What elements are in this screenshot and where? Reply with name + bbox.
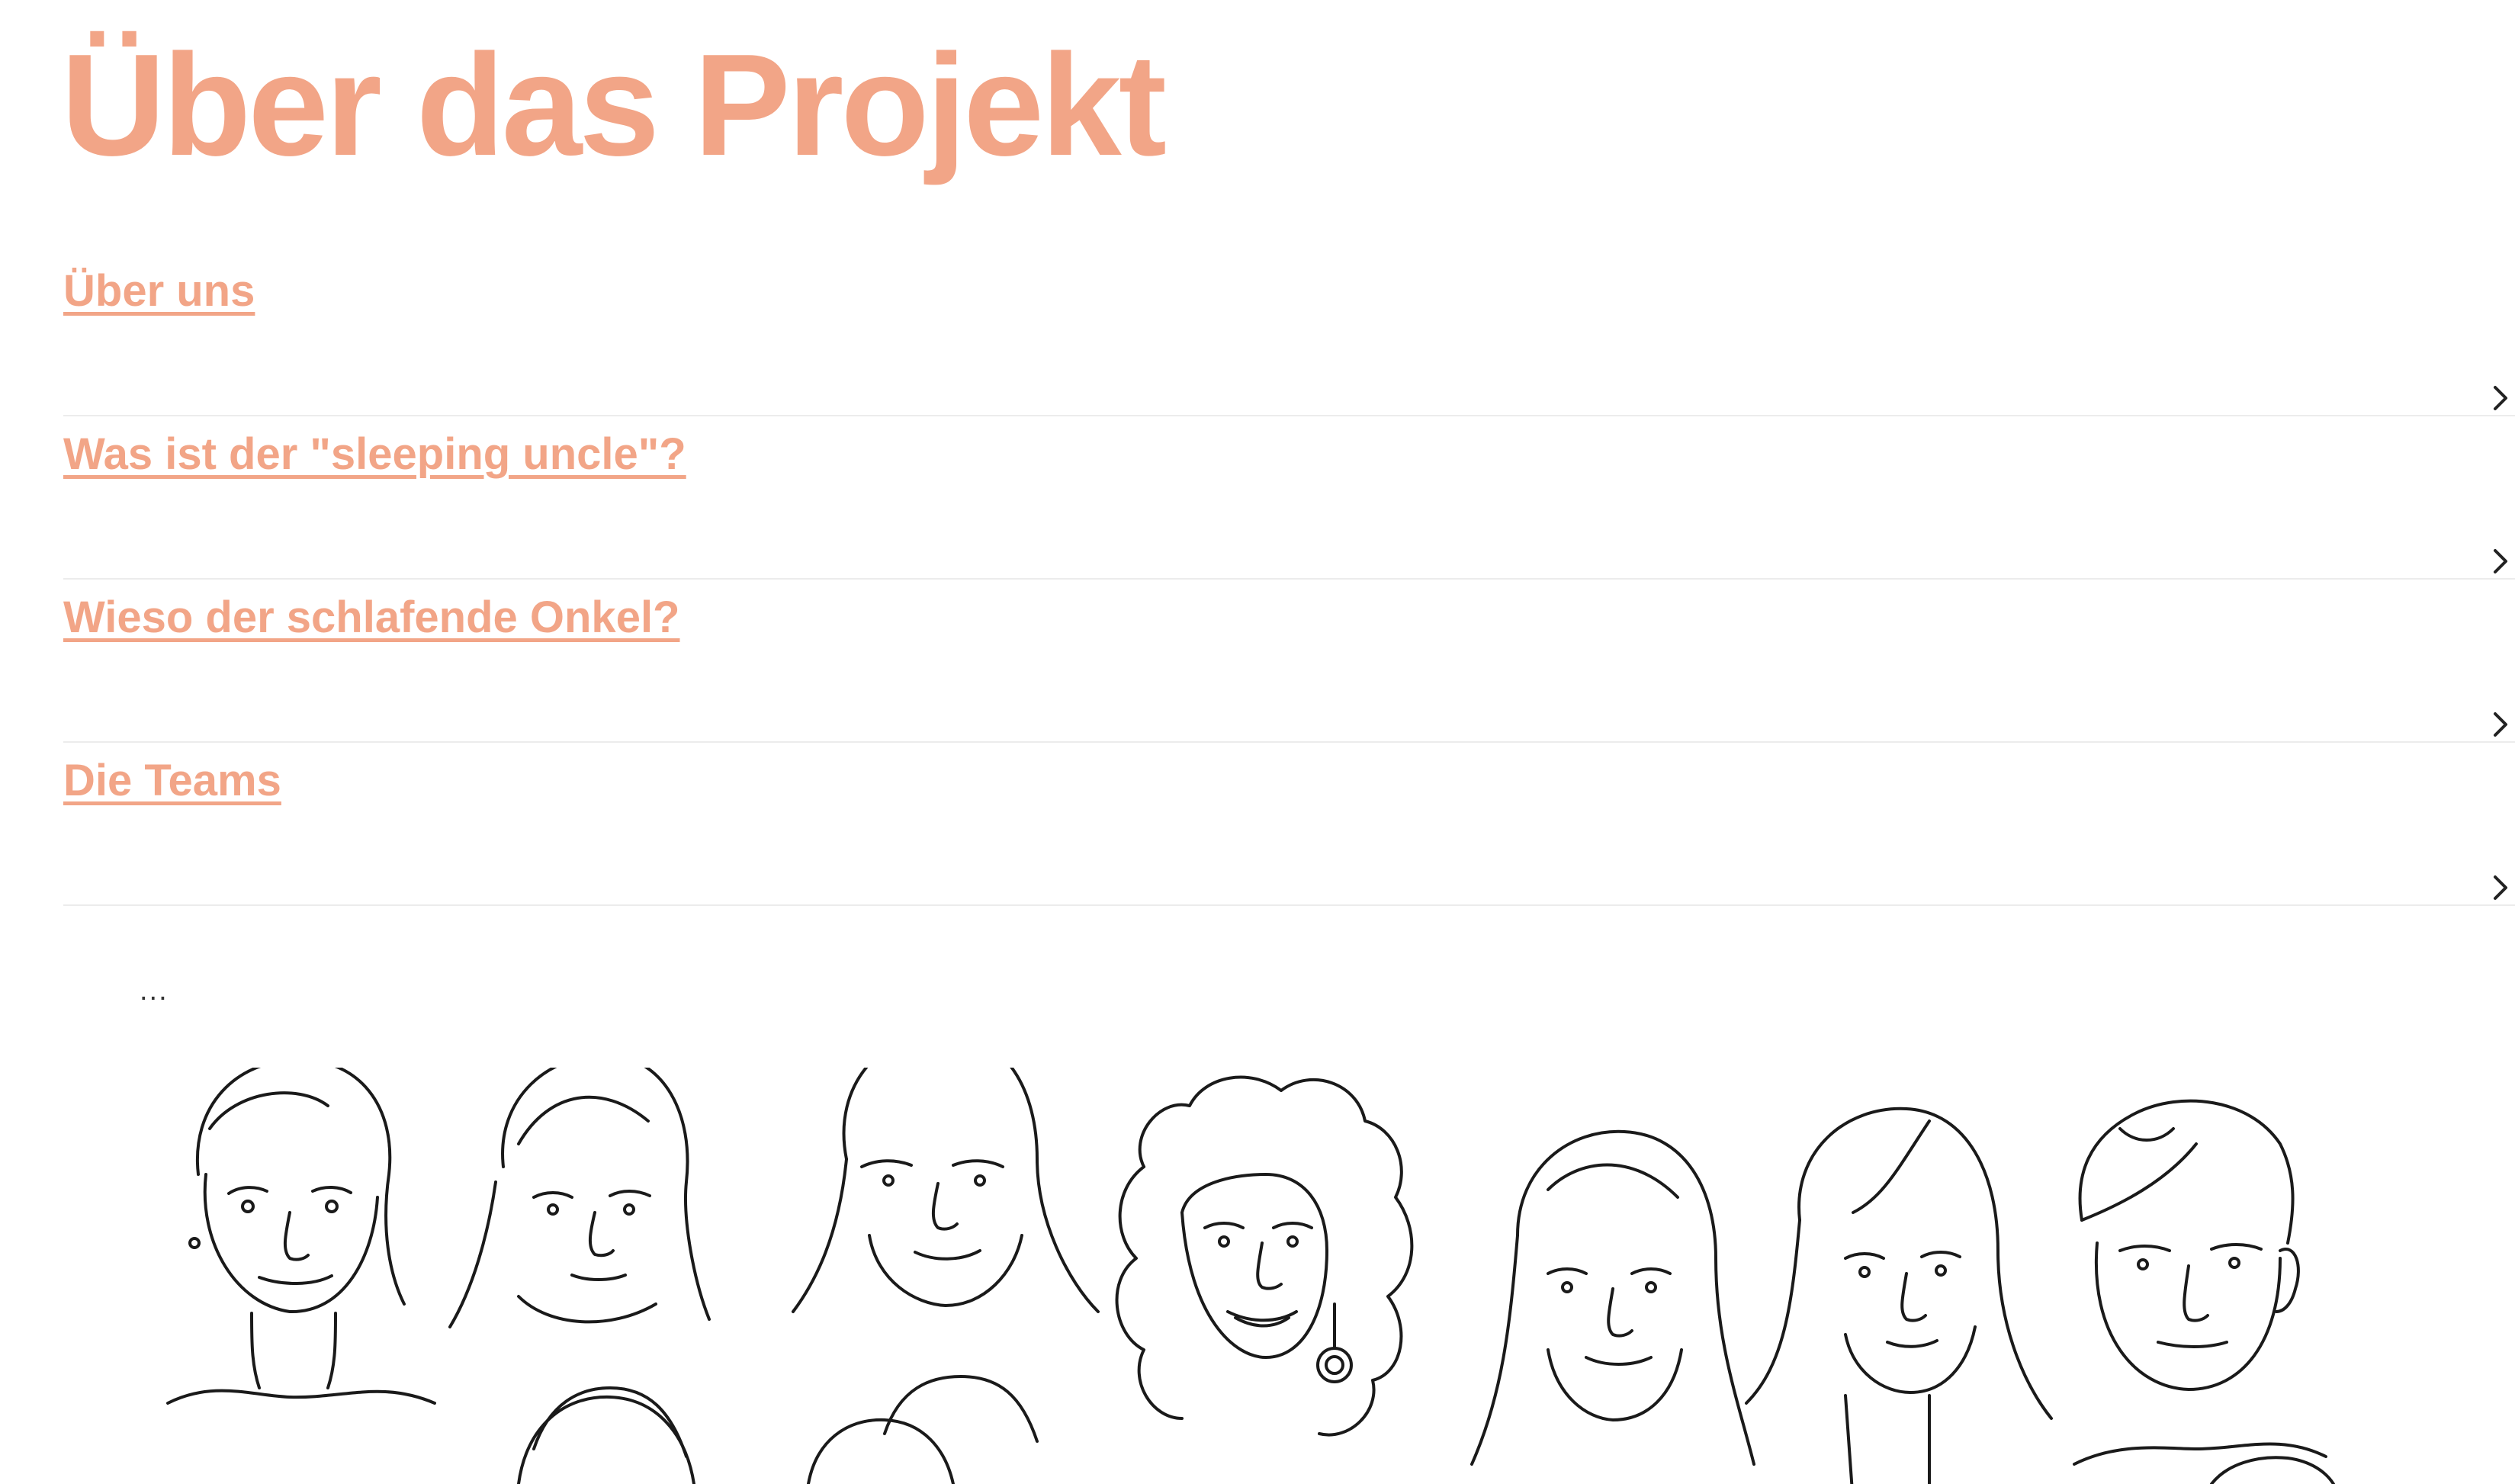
accordion-title-die-teams[interactable]: Die Teams [63,755,281,806]
portrait-partial-heads [517,1395,2335,1484]
accordion-title-sleeping-uncle[interactable]: Was ist der "sleeping uncle"? [63,429,686,480]
faq-accordion: Über uns Was ist der "sleeping uncle"? W… [63,253,2515,906]
portrait-person-4 [1115,1075,1414,1437]
portrait-person-5 [1470,1129,1755,1466]
chevron-right-icon[interactable] [2491,874,2510,901]
page-title: Über das Projekt [61,24,1167,186]
portrait-person-7 [2073,1099,2327,1466]
portrait-person-6 [1745,1107,2053,1484]
chevron-right-icon[interactable] [2491,711,2510,738]
portrait-person-3 [792,1068,1100,1443]
accordion-title-schlafende-onkel[interactable]: Wieso der schlafende Onkel? [63,592,680,643]
accordion-item-ueber-uns[interactable]: Über uns [63,253,2515,416]
portrait-person-2 [448,1068,711,1458]
accordion-title-ueber-uns[interactable]: Über uns [63,265,255,316]
accordion-item-die-teams[interactable]: Die Teams [63,743,2515,906]
portrait-person-1 [166,1068,436,1405]
accordion-item-schlafende-onkel[interactable]: Wieso der schlafende Onkel? [63,580,2515,743]
content-ellipsis: ... [140,975,169,1007]
chevron-right-icon[interactable] [2491,548,2510,575]
chevron-right-icon[interactable] [2491,384,2510,412]
accordion-item-sleeping-uncle[interactable]: Was ist der "sleeping uncle"? [63,416,2515,580]
team-portraits-illustration [166,1068,2335,1484]
